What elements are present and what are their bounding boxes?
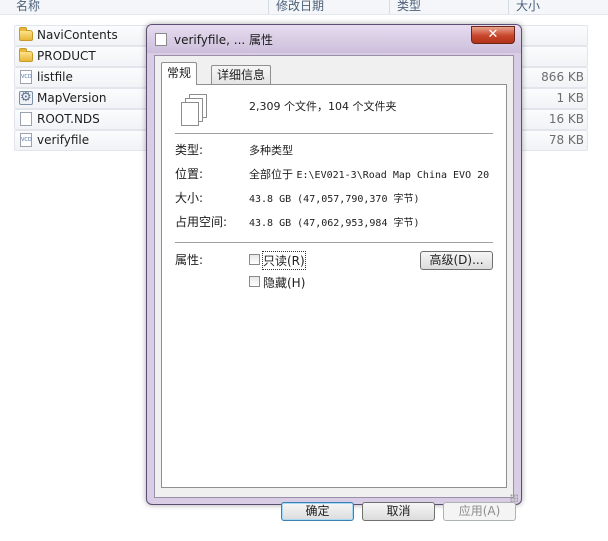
close-button[interactable]: ✕ bbox=[471, 26, 515, 44]
tab-general[interactable]: 常规 bbox=[161, 62, 198, 85]
location-value: 全部位于 E:\EV021-3\Road Map China EVO 20 bbox=[249, 166, 489, 182]
file-size: 866 KB bbox=[541, 70, 584, 84]
apply-button[interactable]: 应用(A) bbox=[443, 502, 516, 521]
file-name: NaviContents bbox=[37, 28, 118, 42]
general-tab-panel: 2,309 个文件，104 个文件夹 类型: 多种类型 位置: 全部位于 E:\… bbox=[161, 84, 507, 488]
resize-grip[interactable] bbox=[510, 494, 518, 502]
column-date-modified[interactable]: 修改日期 bbox=[276, 0, 324, 14]
column-separator[interactable] bbox=[508, 0, 509, 14]
folder-icon bbox=[19, 48, 33, 62]
blank-file-icon bbox=[20, 112, 32, 126]
column-name[interactable]: 名称 bbox=[16, 0, 40, 14]
file-name: MapVersion bbox=[37, 91, 107, 105]
file-name: PRODUCT bbox=[37, 49, 96, 63]
advanced-button[interactable]: 高级(D)... bbox=[420, 251, 493, 270]
file-size: 1 KB bbox=[556, 91, 584, 105]
file-size: 78 KB bbox=[548, 133, 584, 147]
column-header: 名称 修改日期 类型 大小 bbox=[0, 0, 608, 15]
settings-file-icon bbox=[19, 90, 33, 105]
column-separator[interactable] bbox=[389, 0, 390, 14]
file-name: ROOT.NDS bbox=[37, 112, 100, 126]
ok-button[interactable]: 确定 bbox=[281, 502, 354, 521]
location-label: 位置: bbox=[175, 167, 204, 181]
checkbox-box[interactable] bbox=[249, 276, 260, 287]
type-value: 多种类型 bbox=[249, 144, 293, 157]
location-path: E:\EV021-3\Road Map China EVO 20 bbox=[296, 170, 490, 181]
file-name: verifyfile bbox=[37, 133, 90, 147]
dialog-titlebar[interactable]: verifyfile, ... 属性 ✕ bbox=[147, 25, 521, 53]
divider bbox=[175, 242, 493, 243]
multiple-files-icon bbox=[181, 94, 209, 126]
folder-icon bbox=[19, 27, 33, 41]
column-type[interactable]: 类型 bbox=[397, 0, 421, 14]
file-name: listfile bbox=[37, 70, 73, 84]
column-separator[interactable] bbox=[268, 0, 269, 14]
hidden-label[interactable]: 隐藏(H) bbox=[263, 274, 305, 291]
multiple-files-icon bbox=[155, 31, 170, 46]
vcd-file-icon bbox=[20, 133, 32, 147]
file-size: 16 KB bbox=[548, 112, 584, 126]
tab-details[interactable]: 详细信息 bbox=[211, 65, 272, 85]
size-value: 43.8 GB (47,057,790,370 字节) bbox=[249, 194, 420, 205]
attributes-label: 属性: bbox=[175, 253, 204, 267]
cancel-button[interactable]: 取消 bbox=[362, 502, 435, 521]
dialog-title: verifyfile, ... 属性 bbox=[174, 33, 274, 47]
disk-size-value: 43.8 GB (47,062,953,984 字节) bbox=[249, 218, 420, 229]
checkbox-box[interactable] bbox=[249, 254, 260, 265]
location-prefix: 全部位于 bbox=[249, 168, 293, 181]
file-count-summary: 2,309 个文件，104 个文件夹 bbox=[249, 100, 397, 113]
readonly-label[interactable]: 只读(R) bbox=[262, 251, 306, 270]
close-icon: ✕ bbox=[487, 27, 499, 42]
disk-size-label: 占用空间: bbox=[175, 215, 228, 229]
properties-dialog: verifyfile, ... 属性 ✕ 常规 详细信息 2,309 个文件，1… bbox=[146, 24, 522, 521]
dialog-client-area: 常规 详细信息 2,309 个文件，104 个文件夹 类型: 多种类型 位置: … bbox=[154, 55, 516, 521]
divider bbox=[175, 133, 493, 134]
column-size[interactable]: 大小 bbox=[516, 0, 540, 14]
type-label: 类型: bbox=[175, 143, 204, 157]
size-label: 大小: bbox=[175, 191, 204, 205]
vcd-file-icon bbox=[20, 70, 32, 84]
